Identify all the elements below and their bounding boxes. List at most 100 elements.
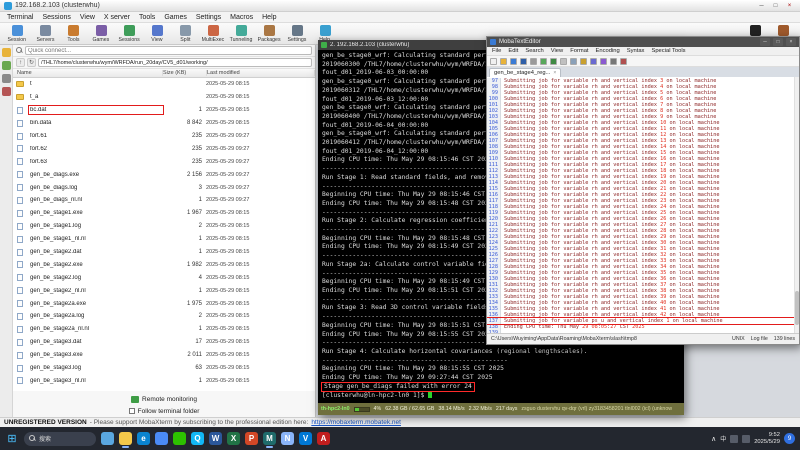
input-language-indicator[interactable]: 中 bbox=[720, 434, 726, 443]
file-row[interactable]: bc.dat12025-05-29 08:15 bbox=[13, 104, 315, 117]
chrome-browser-icon[interactable] bbox=[155, 432, 168, 445]
toolbar-tunneling-button[interactable]: Tunneling bbox=[227, 25, 255, 43]
file-row[interactable]: fort.632352025-05-29 09:27 bbox=[13, 155, 315, 168]
file-row[interactable]: gen_be_stage2_nl.nl12025-05-29 08:15 bbox=[13, 284, 315, 297]
qq-icon[interactable]: Q bbox=[191, 432, 204, 445]
toolbar-session-button[interactable]: Session bbox=[3, 25, 31, 43]
file-row[interactable]: gen_be_stage2a.exe1 9752025-05-29 08:15 bbox=[13, 297, 315, 310]
macros-rail-icon[interactable] bbox=[2, 87, 11, 96]
find-icon[interactable] bbox=[590, 58, 597, 65]
sessions-rail-icon[interactable] bbox=[2, 48, 11, 57]
refresh-icon[interactable]: ↻ bbox=[27, 58, 36, 67]
editor-minimize-icon[interactable]: ─ bbox=[760, 38, 770, 46]
notification-badge[interactable]: 9 bbox=[784, 433, 795, 444]
column-name[interactable]: Name bbox=[17, 70, 163, 76]
editor-content[interactable]: 97Submitting job for variable rh and ver… bbox=[487, 77, 799, 333]
menu-sessions[interactable]: Sessions bbox=[38, 14, 74, 21]
editor-menu-format[interactable]: Format bbox=[567, 48, 591, 54]
toolbar-packages-button[interactable]: Packages bbox=[255, 25, 283, 43]
go-up-icon[interactable]: ↑ bbox=[16, 58, 25, 67]
menu-settings[interactable]: Settings bbox=[192, 14, 225, 21]
wordwrap-icon[interactable] bbox=[610, 58, 617, 65]
file-row[interactable]: t2025-05-29 08:15 bbox=[13, 78, 315, 91]
menu-games[interactable]: Games bbox=[160, 14, 191, 21]
paste-icon[interactable] bbox=[580, 58, 587, 65]
file-row[interactable]: gen_be_stage2.log42025-05-29 08:15 bbox=[13, 271, 315, 284]
redo-icon[interactable] bbox=[550, 58, 557, 65]
remote-monitoring-button[interactable]: Remote monitoring bbox=[13, 393, 315, 405]
toolbar-settings-button[interactable]: Settings bbox=[283, 25, 311, 43]
word-icon[interactable]: W bbox=[209, 432, 222, 445]
editor-menu-file[interactable]: File bbox=[489, 48, 504, 54]
taskbar-clock[interactable]: 9:52 2025/5/29 bbox=[754, 432, 780, 445]
replace-icon[interactable] bbox=[600, 58, 607, 65]
column-size[interactable]: Size (KB) bbox=[163, 70, 207, 76]
file-row[interactable]: gen_be_stage1_nl.nl12025-05-29 08:15 bbox=[13, 233, 315, 246]
maximize-icon[interactable]: □ bbox=[769, 1, 782, 11]
editor-close-icon[interactable]: × bbox=[786, 38, 796, 46]
toolbar-tools-button[interactable]: Tools bbox=[59, 25, 87, 43]
hidden-icons-chevron-icon[interactable]: ∧ bbox=[711, 435, 716, 443]
vscode-icon[interactable]: V bbox=[299, 432, 312, 445]
save-all-icon[interactable] bbox=[520, 58, 527, 65]
excel-icon[interactable]: X bbox=[227, 432, 240, 445]
syntax-icon[interactable] bbox=[620, 58, 627, 65]
file-row[interactable]: gen_be_stage3.log632025-05-29 08:15 bbox=[13, 362, 315, 375]
file-row[interactable]: gen_be_stage3.dat172025-05-29 08:15 bbox=[13, 336, 315, 349]
mobatek-link[interactable]: https://mobaxterm.mobatek.net bbox=[311, 419, 401, 426]
editor-menu-special-tools[interactable]: Special Tools bbox=[648, 48, 688, 54]
file-row[interactable]: gen_be_stage1.exe1 9672025-05-29 08:15 bbox=[13, 207, 315, 220]
taskbar-search[interactable]: 搜索 bbox=[24, 432, 96, 446]
file-row[interactable]: gen_be_diags.log32025-05-29 09:27 bbox=[13, 181, 315, 194]
editor-menu-view[interactable]: View bbox=[548, 48, 566, 54]
editor-menu-syntax[interactable]: Syntax bbox=[624, 48, 648, 54]
file-row[interactable]: fort.622352025-05-29 09:27 bbox=[13, 142, 315, 155]
save-icon[interactable] bbox=[510, 58, 517, 65]
sftp-rail-icon[interactable] bbox=[2, 61, 11, 70]
toolbar-sessions-button[interactable]: Sessions bbox=[115, 25, 143, 43]
mobaxterm-icon[interactable]: M bbox=[263, 432, 276, 445]
file-row[interactable]: bin.data8 8422025-05-29 08:15 bbox=[13, 117, 315, 130]
file-row[interactable]: gen_be_stage2.exe1 9822025-05-29 08:15 bbox=[13, 258, 315, 271]
edge-browser-icon[interactable]: e bbox=[137, 432, 150, 445]
follow-terminal-checkbox[interactable]: Follow terminal folder bbox=[13, 405, 315, 417]
start-button[interactable]: ⊞ bbox=[5, 432, 19, 446]
toolbar-multiexec-button[interactable]: MultiExec bbox=[199, 25, 227, 43]
pdf-reader-icon[interactable]: A bbox=[317, 432, 330, 445]
toolbar-view-button[interactable]: View bbox=[143, 25, 171, 43]
open-file-icon[interactable] bbox=[500, 58, 507, 65]
editor-menu-edit[interactable]: Edit bbox=[505, 48, 521, 54]
powerpoint-icon[interactable]: P bbox=[245, 432, 258, 445]
cut-icon[interactable] bbox=[560, 58, 567, 65]
file-row[interactable]: gen_be_stage3.exe2 0112025-05-29 08:15 bbox=[13, 349, 315, 362]
file-row[interactable]: gen_be_stage2a_nl.nl12025-05-29 08:15 bbox=[13, 323, 315, 336]
main-titlebar[interactable]: 192.168.2.103 (clusterwhu) ─ □ × bbox=[0, 0, 800, 12]
print-icon[interactable] bbox=[530, 58, 537, 65]
file-row[interactable]: t_a2025-05-29 08:15 bbox=[13, 91, 315, 104]
file-row[interactable]: gen_be_diags.exe2 1562025-05-29 09:27 bbox=[13, 168, 315, 181]
quick-connect-input[interactable] bbox=[25, 46, 312, 55]
copy-icon[interactable] bbox=[570, 58, 577, 65]
file-row[interactable]: gen_be_stage3_nl.nl12025-05-29 08:15 bbox=[13, 374, 315, 387]
toolbar-split-button[interactable]: Split bbox=[171, 25, 199, 43]
editor-scrollbar[interactable] bbox=[794, 77, 799, 333]
network-icon[interactable] bbox=[730, 435, 738, 443]
file-list-header[interactable]: Name Size (KB) Last modified bbox=[13, 69, 315, 78]
toolbar-servers-button[interactable]: Servers bbox=[31, 25, 59, 43]
file-explorer-icon[interactable] bbox=[119, 432, 132, 445]
volume-icon[interactable] bbox=[742, 435, 750, 443]
editor-tab[interactable]: gen_be_stage4_reg... × bbox=[489, 68, 561, 77]
toolbar-games-button[interactable]: Games bbox=[87, 25, 115, 43]
widgets-icon[interactable] bbox=[101, 432, 114, 445]
menu-macros[interactable]: Macros bbox=[226, 14, 257, 21]
menu-terminal[interactable]: Terminal bbox=[3, 14, 37, 21]
new-file-icon[interactable] bbox=[490, 58, 497, 65]
file-row[interactable]: fort.612352025-05-29 09:27 bbox=[13, 130, 315, 143]
file-row[interactable]: gen_be_stage2.dat12025-05-29 08:15 bbox=[13, 246, 315, 259]
editor-menu-search[interactable]: Search bbox=[522, 48, 546, 54]
minimize-icon[interactable]: ─ bbox=[755, 1, 768, 11]
menu-view[interactable]: View bbox=[76, 14, 99, 21]
notepad-icon[interactable]: N bbox=[281, 432, 294, 445]
undo-icon[interactable] bbox=[540, 58, 547, 65]
menu-tools[interactable]: Tools bbox=[135, 14, 159, 21]
